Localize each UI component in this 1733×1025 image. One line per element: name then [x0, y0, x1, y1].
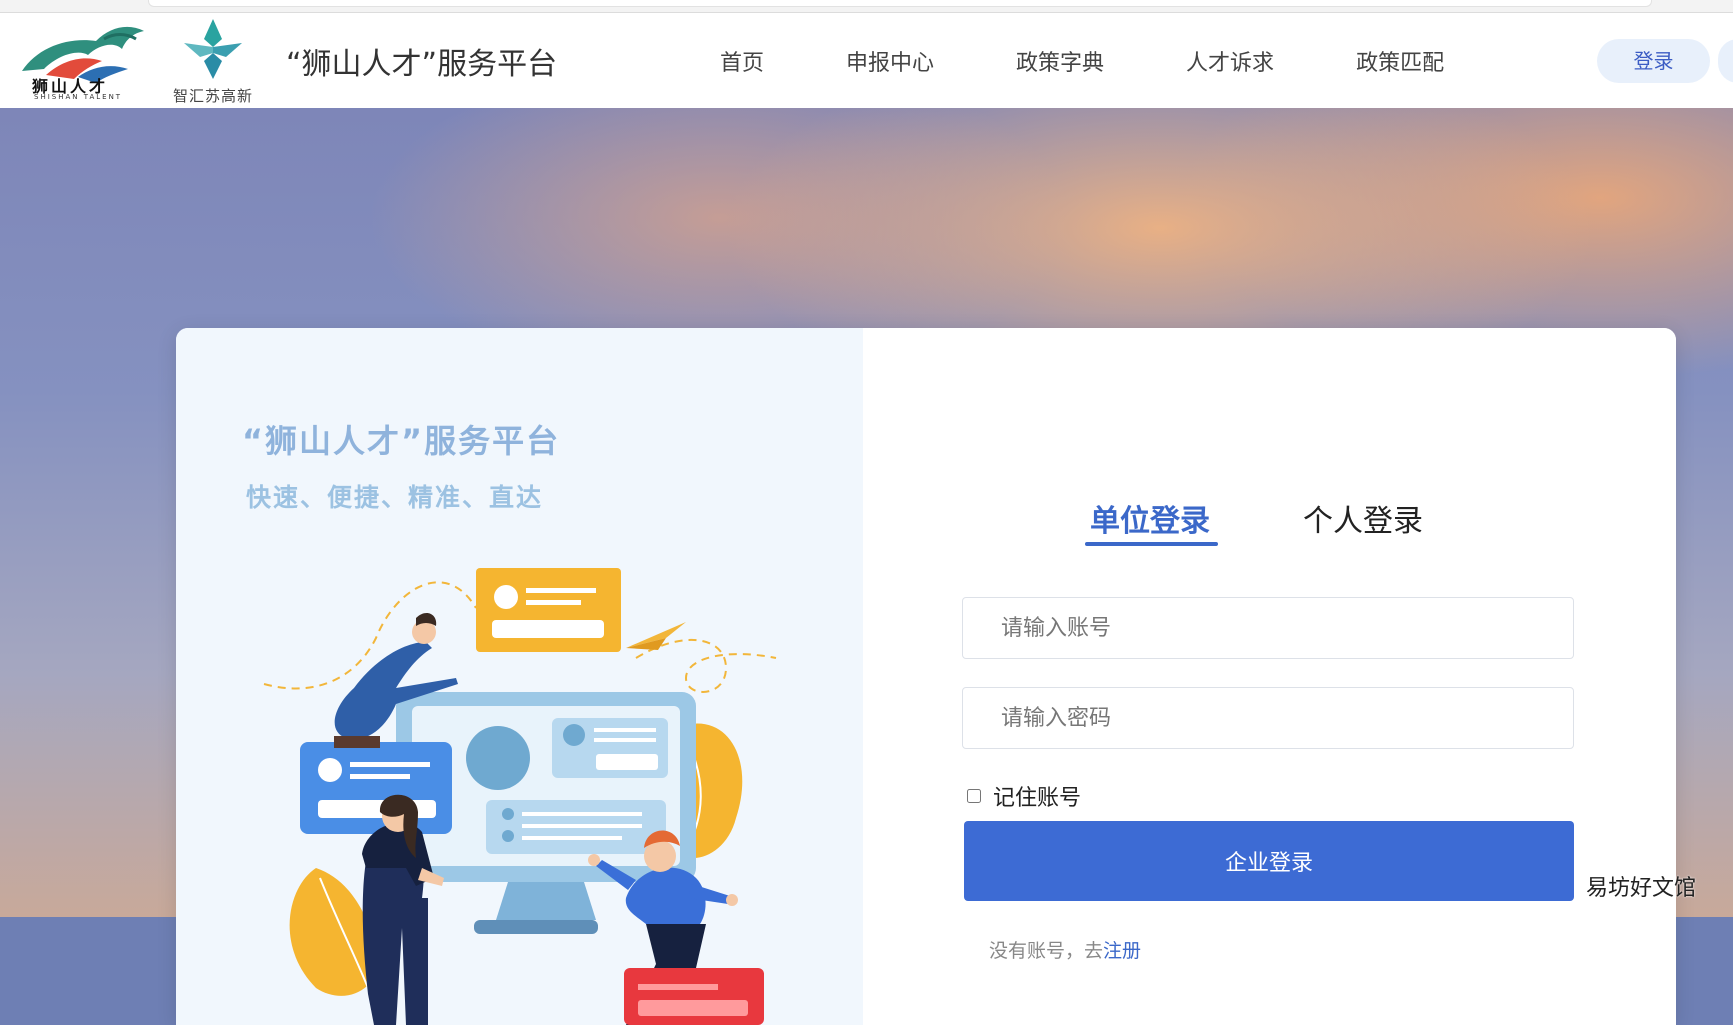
site-title: “狮山人才”服务平台 — [286, 47, 558, 82]
password-input[interactable] — [962, 687, 1574, 749]
header-extra-button[interactable] — [1718, 39, 1733, 83]
account-input[interactable] — [962, 597, 1574, 659]
promo-panel: “狮山人才”服务平台 快速、便捷、精准、直达 — [176, 328, 863, 1025]
register-prompt: 没有账号，去注册 — [989, 936, 1141, 963]
remember-label: 记住账号 — [993, 786, 1082, 811]
header-login-button[interactable]: 登录 — [1597, 39, 1710, 83]
nav-item-talent-requests[interactable]: 人才诉求 — [1186, 45, 1274, 77]
watermark: 易坊好文馆 — [1586, 876, 1697, 901]
zhihui-suzhou-logo[interactable]: 智汇苏高新 — [166, 17, 260, 105]
tab-unit-login[interactable]: 单位登录 — [1090, 496, 1210, 540]
nav-item-home[interactable]: 首页 — [720, 45, 764, 77]
remember-account[interactable]: 记住账号 — [967, 780, 1081, 812]
enterprise-login-button[interactable]: 企业登录 — [964, 821, 1574, 901]
promo-subtitle: 快速、便捷、精准、直达 — [246, 483, 544, 512]
shishan-talent-logo[interactable]: 狮山人才 SHISHAN TALENT — [18, 19, 146, 103]
active-tab-indicator — [1085, 542, 1218, 546]
logo1-subtext: SHISHAN TALENT — [34, 93, 123, 101]
tab-personal-login[interactable]: 个人登录 — [1303, 496, 1423, 540]
promo-title: “狮山人才”服务平台 — [242, 422, 561, 460]
nav-item-apply-center[interactable]: 申报中心 — [846, 45, 934, 77]
login-card: “狮山人才”服务平台 快速、便捷、精准、直达 单位登录 个人登录 请输入账号 记… — [176, 328, 1676, 1025]
register-prompt-text: 没有账号，去 — [989, 940, 1104, 962]
login-panel: 单位登录 个人登录 记住账号 企业登录 没有账号，去注册 — [863, 328, 1676, 1025]
nav-item-policy-dictionary[interactable]: 政策字典 — [1016, 45, 1104, 77]
browser-address-strip — [0, 0, 1733, 13]
main-nav: 首页 申报中心 政策字典 人才诉求 政策匹配 — [720, 45, 1526, 77]
office-illustration — [263, 568, 777, 1025]
logo2-caption: 智汇苏高新 — [172, 87, 253, 105]
hero-background: “狮山人才”服务平台 快速、便捷、精准、直达 单位登录 个人登录 请输入账号 记… — [0, 108, 1733, 1025]
nav-item-policy-match[interactable]: 政策匹配 — [1356, 45, 1444, 77]
register-link[interactable]: 注册 — [1103, 940, 1141, 962]
site-header: 狮山人才 SHISHAN TALENT 智汇苏高新 “狮山人才”服务平台 首页 … — [0, 13, 1733, 108]
address-bar[interactable] — [148, 0, 1652, 7]
login-tabs: 单位登录 个人登录 — [1085, 496, 1485, 546]
remember-checkbox[interactable] — [967, 789, 981, 803]
